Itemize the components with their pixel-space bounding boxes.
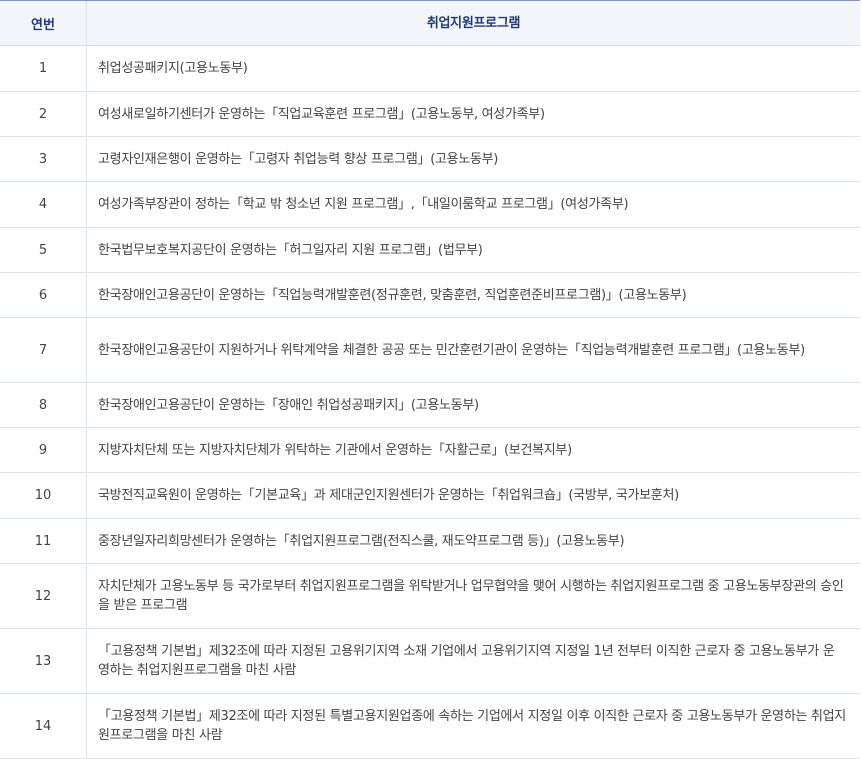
row-text: 한국장애인고용공단이 운영하는「직업능력개발훈련(정규훈련, 맞춤훈련, 직업훈…	[98, 287, 687, 303]
row-text: 한국장애인고용공단이 지원하거나 위탁계약을 체결한 공공 또는 민간훈련기관이…	[98, 342, 805, 358]
row-number: 11	[0, 519, 87, 563]
row-text-cell: 여성새로일하기센터가 운영하는「직업교육훈련 프로그램」(고용노동부, 여성가족…	[87, 92, 860, 136]
row-text: 국방전직교육원이 운영하는「기본교육」과 제대군인지원센터가 운영하는「취업워크…	[98, 488, 679, 503]
table-row: 7 한국장애인고용공단이 지원하거나 위탁계약을 체결한 공공 또는 민간훈련기…	[0, 318, 860, 383]
table-row: 10 국방전직교육원이 운영하는「기본교육」과 제대군인지원센터가 운영하는「취…	[0, 473, 860, 519]
row-text-cell: 국방전직교육원이 운영하는「기본교육」과 제대군인지원센터가 운영하는「취업워크…	[87, 473, 860, 518]
row-number: 9	[0, 428, 87, 472]
table-row: 14 「고용정책 기본법」제32조에 따라 지정된 특별고용지원업종에 속하는 …	[0, 694, 860, 759]
table-row: 12 자치단체가 고용노동부 등 국가로부터 취업지원프로그램을 위탁받거나 업…	[0, 564, 860, 629]
row-text: 「고용정책 기본법」제32조에 따라 지정된 고용위기지역 소재 기업에서 고용…	[98, 644, 835, 678]
row-number: 7	[0, 318, 87, 382]
row-text: 취업성공패키지(고용노동부)	[98, 61, 248, 76]
table-row: 1 취업성공패키지(고용노동부)	[0, 46, 860, 92]
row-text: 지방자치단체 또는 지방자치단체가 위탁하는 기관에서 운영하는「자활근로」(보…	[98, 442, 572, 458]
row-text: 자치단체가 고용노동부 등 국가로부터 취업지원프로그램을 위탁받거나 업무협약…	[98, 579, 844, 613]
row-text-cell: 「고용정책 기본법」제32조에 따라 지정된 고용위기지역 소재 기업에서 고용…	[87, 629, 860, 693]
row-number: 13	[0, 629, 87, 693]
row-text-cell: 한국장애인고용공단이 지원하거나 위탁계약을 체결한 공공 또는 민간훈련기관이…	[87, 318, 860, 382]
row-text: 중장년일자리희망센터가 운영하는「취업지원프로그램(전직스쿨, 재도약프로그램 …	[98, 533, 625, 549]
table-row: 13 「고용정책 기본법」제32조에 따라 지정된 고용위기지역 소재 기업에서…	[0, 629, 860, 694]
row-number: 8	[0, 383, 87, 427]
row-text-cell: 중장년일자리희망센터가 운영하는「취업지원프로그램(전직스쿨, 재도약프로그램 …	[87, 519, 860, 563]
row-number: 14	[0, 694, 87, 758]
row-number: 5	[0, 228, 87, 272]
row-text: 「고용정책 기본법」제32조에 따라 지정된 특별고용지원업종에 속하는 기업에…	[98, 709, 846, 743]
table-row: 6 한국장애인고용공단이 운영하는「직업능력개발훈련(정규훈련, 맞춤훈련, 직…	[0, 273, 860, 318]
header-program: 취업지원프로그램	[426, 15, 521, 31]
program-table: 연번 취업지원프로그램 1 취업성공패키지(고용노동부) 2 여성새로일하기센터…	[0, 0, 860, 759]
row-text-cell: 한국장애인고용공단이 운영하는「직업능력개발훈련(정규훈련, 맞춤훈련, 직업훈…	[87, 273, 860, 317]
row-text-cell: 한국장애인고용공단이 운영하는「장애인 취업성공패키지」(고용노동부)	[87, 383, 860, 427]
header-number: 연번	[0, 1, 87, 45]
row-text-cell: 고령자인재은행이 운영하는「고령자 취업능력 향상 프로그램」(고용노동부)	[87, 137, 860, 181]
row-text: 여성가족부장관이 정하는「학교 밖 청소년 지원 프로그램」,「내일이룸학교 프…	[98, 197, 629, 212]
table-header-row: 연번 취업지원프로그램	[0, 1, 860, 46]
row-text-cell: 한국법무보호복지공단이 운영하는「허그일자리 지원 프로그램」(법무부)	[87, 228, 860, 272]
row-number: 6	[0, 273, 87, 317]
row-number: 10	[0, 473, 87, 518]
row-text-cell: 여성가족부장관이 정하는「학교 밖 청소년 지원 프로그램」,「내일이룸학교 프…	[87, 182, 860, 227]
row-text-cell: 지방자치단체 또는 지방자치단체가 위탁하는 기관에서 운영하는「자활근로」(보…	[87, 428, 860, 472]
table-row: 11 중장년일자리희망센터가 운영하는「취업지원프로그램(전직스쿨, 재도약프로…	[0, 519, 860, 564]
row-number: 2	[0, 92, 87, 136]
table-row: 8 한국장애인고용공단이 운영하는「장애인 취업성공패키지」(고용노동부)	[0, 383, 860, 428]
row-text-cell: 취업성공패키지(고용노동부)	[87, 46, 860, 91]
row-text: 여성새로일하기센터가 운영하는「직업교육훈련 프로그램」(고용노동부, 여성가족…	[98, 106, 545, 122]
row-text-cell: 「고용정책 기본법」제32조에 따라 지정된 특별고용지원업종에 속하는 기업에…	[87, 694, 860, 758]
row-text: 고령자인재은행이 운영하는「고령자 취업능력 향상 프로그램」(고용노동부)	[98, 151, 499, 167]
row-number: 12	[0, 564, 87, 628]
row-text: 한국장애인고용공단이 운영하는「장애인 취업성공패키지」(고용노동부)	[98, 397, 479, 413]
table-row: 2 여성새로일하기센터가 운영하는「직업교육훈련 프로그램」(고용노동부, 여성…	[0, 92, 860, 137]
table-row: 3 고령자인재은행이 운영하는「고령자 취업능력 향상 프로그램」(고용노동부)	[0, 137, 860, 182]
row-text: 한국법무보호복지공단이 운영하는「허그일자리 지원 프로그램」(법무부)	[98, 242, 483, 258]
row-number: 4	[0, 182, 87, 227]
table-row: 5 한국법무보호복지공단이 운영하는「허그일자리 지원 프로그램」(법무부)	[0, 228, 860, 273]
row-text-cell: 자치단체가 고용노동부 등 국가로부터 취업지원프로그램을 위탁받거나 업무협약…	[87, 564, 860, 628]
table-row: 9 지방자치단체 또는 지방자치단체가 위탁하는 기관에서 운영하는「자활근로」…	[0, 428, 860, 473]
row-number: 3	[0, 137, 87, 181]
table-row: 4 여성가족부장관이 정하는「학교 밖 청소년 지원 프로그램」,「내일이룸학교…	[0, 182, 860, 228]
row-number: 1	[0, 46, 87, 91]
